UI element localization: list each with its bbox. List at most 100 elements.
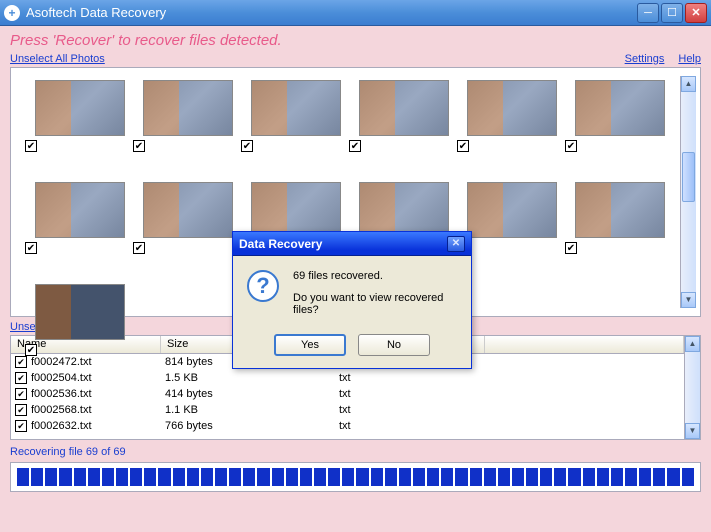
photo-thumb[interactable]: ✔: [133, 76, 237, 150]
progress-segment: [215, 468, 227, 486]
table-row[interactable]: ✔f0002632.txt766 bytestxt: [11, 418, 684, 434]
help-link[interactable]: Help: [678, 53, 701, 65]
scroll-up-icon[interactable]: ▲: [685, 336, 700, 352]
thumb-image: [467, 80, 557, 136]
thumb-image: [251, 80, 341, 136]
photo-thumb[interactable]: ✔: [25, 76, 129, 150]
progress-segment: [74, 468, 86, 486]
progress-segment: [356, 468, 368, 486]
no-button[interactable]: No: [358, 334, 430, 356]
thumb-image: [143, 80, 233, 136]
progress-segment: [399, 468, 411, 486]
progress-segment: [300, 468, 312, 486]
question-icon: ?: [247, 270, 279, 302]
progress-segment: [229, 468, 241, 486]
progress-segment: [314, 468, 326, 486]
progress-segment: [328, 468, 340, 486]
progress-segment: [413, 468, 425, 486]
photo-thumb[interactable]: ✔: [457, 76, 561, 150]
progress-segment: [455, 468, 467, 486]
progress-segment: [187, 468, 199, 486]
thumb-checkbox[interactable]: ✔: [565, 140, 577, 152]
minimize-button[interactable]: ─: [637, 3, 659, 23]
file-scrollbar[interactable]: ▲ ▼: [684, 336, 700, 439]
progress-segment: [59, 468, 71, 486]
progress-segment: [158, 468, 170, 486]
progress-segment: [342, 468, 354, 486]
unselect-all-photos-link[interactable]: Unselect All Photos: [10, 53, 105, 65]
close-button[interactable]: ✕: [685, 3, 707, 23]
thumb-image: [359, 182, 449, 238]
dialog-close-button[interactable]: ✕: [447, 236, 465, 252]
thumb-checkbox[interactable]: ✔: [133, 242, 145, 254]
progress-segment: [682, 468, 694, 486]
cell-ext: txt: [339, 372, 489, 384]
photo-thumb[interactable]: ✔: [565, 178, 669, 252]
thumb-image: [35, 80, 125, 136]
cell-size: 766 bytes: [165, 420, 339, 432]
progress-segment: [102, 468, 114, 486]
photo-thumb[interactable]: ✔: [241, 76, 345, 150]
thumb-image: [467, 182, 557, 238]
thumb-checkbox[interactable]: ✔: [25, 140, 37, 152]
progress-segment: [597, 468, 609, 486]
thumb-checkbox[interactable]: ✔: [25, 344, 37, 356]
row-checkbox[interactable]: ✔: [15, 404, 27, 416]
progress-bar: [10, 462, 701, 492]
cell-name: f0002568.txt: [31, 404, 165, 416]
row-checkbox[interactable]: ✔: [15, 388, 27, 400]
progress-segment: [611, 468, 623, 486]
progress-segment: [498, 468, 510, 486]
photo-thumb[interactable]: ✔: [25, 178, 129, 252]
progress-segment: [540, 468, 552, 486]
table-row[interactable]: ✔f0002568.txt1.1 KBtxt: [11, 402, 684, 418]
photo-thumb[interactable]: ✔: [565, 76, 669, 150]
thumb-checkbox[interactable]: ✔: [349, 140, 361, 152]
scroll-down-icon[interactable]: ▼: [685, 423, 700, 439]
thumb-checkbox[interactable]: ✔: [241, 140, 253, 152]
thumb-checkbox[interactable]: ✔: [457, 140, 469, 152]
progress-segment: [470, 468, 482, 486]
maximize-button[interactable]: ☐: [661, 3, 683, 23]
app-icon: +: [4, 5, 20, 21]
cell-name: f0002504.txt: [31, 372, 165, 384]
cell-name: f0002536.txt: [31, 388, 165, 400]
cell-ext: txt: [339, 388, 489, 400]
photo-thumb[interactable]: ✔: [457, 178, 561, 252]
photo-thumb[interactable]: ✔: [349, 76, 453, 150]
thumb-checkbox[interactable]: ✔: [565, 242, 577, 254]
photo-scrollbar[interactable]: ▲ ▼: [680, 76, 696, 308]
table-row[interactable]: ✔f0002504.txt1.5 KBtxt: [11, 370, 684, 386]
thumb-image: [251, 182, 341, 238]
yes-button[interactable]: Yes: [274, 334, 346, 356]
table-row[interactable]: ✔f0002536.txt414 bytestxt: [11, 386, 684, 402]
progress-segment: [568, 468, 580, 486]
thumb-image: [143, 182, 233, 238]
progress-segment: [427, 468, 439, 486]
progress-segment: [625, 468, 637, 486]
cell-size: 1.1 KB: [165, 404, 339, 416]
window-buttons: ─ ☐ ✕: [637, 3, 707, 23]
settings-link[interactable]: Settings: [625, 53, 665, 65]
dialog-line2: Do you want to view recovered files?: [293, 292, 457, 316]
progress-segment: [554, 468, 566, 486]
scroll-down-icon[interactable]: ▼: [681, 292, 696, 308]
photo-thumb[interactable]: ✔: [25, 280, 129, 354]
cell-name: f0002472.txt: [31, 356, 165, 368]
thumb-checkbox[interactable]: ✔: [25, 242, 37, 254]
thumb-checkbox[interactable]: ✔: [133, 140, 145, 152]
row-checkbox[interactable]: ✔: [15, 420, 27, 432]
cell-ext: txt: [339, 420, 489, 432]
progress-segment: [130, 468, 142, 486]
progress-segment: [286, 468, 298, 486]
row-checkbox[interactable]: ✔: [15, 372, 27, 384]
status-text: Recovering file 69 of 69: [10, 446, 701, 458]
scroll-thumb[interactable]: [682, 152, 695, 202]
progress-segment: [31, 468, 43, 486]
photo-thumb[interactable]: ✔: [133, 178, 237, 252]
scroll-up-icon[interactable]: ▲: [681, 76, 696, 92]
progress-segment: [257, 468, 269, 486]
titlebar: + Asoftech Data Recovery ─ ☐ ✕: [0, 0, 711, 26]
progress-segment: [385, 468, 397, 486]
row-checkbox[interactable]: ✔: [15, 356, 27, 368]
